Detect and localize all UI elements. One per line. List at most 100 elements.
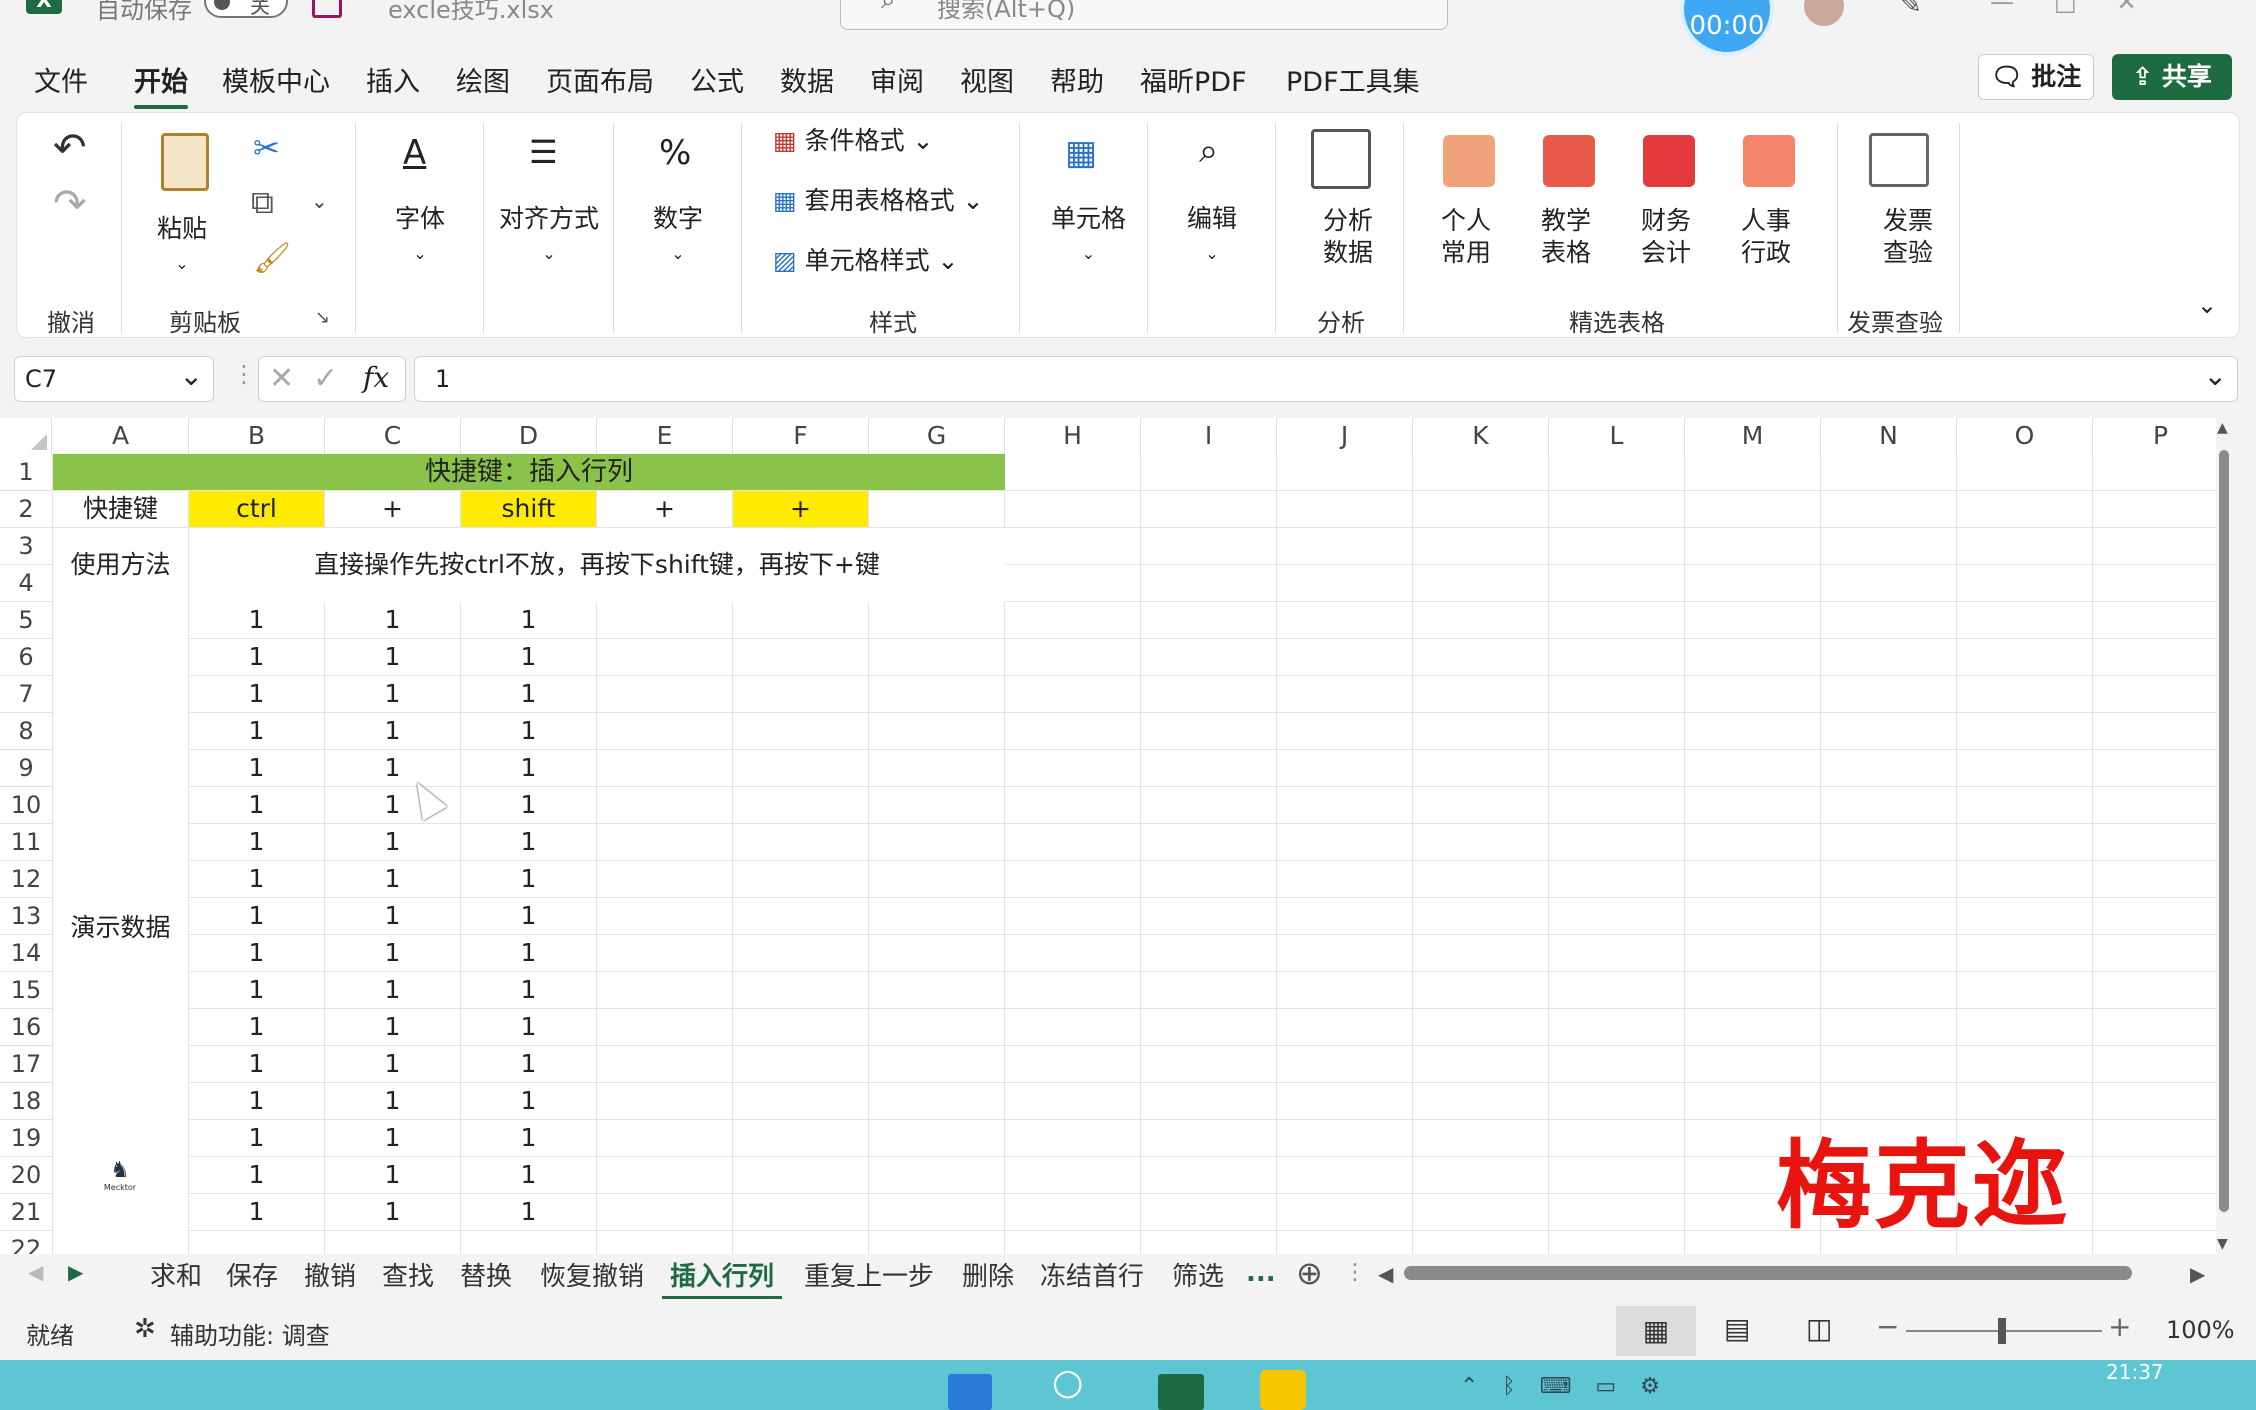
search-taskbar-icon[interactable]: ○ bbox=[1052, 1362, 1083, 1403]
key-ctrl-cell[interactable]: ctrl bbox=[189, 491, 324, 527]
data-cell-D14[interactable]: 1 bbox=[461, 935, 596, 971]
column-header-P[interactable]: P bbox=[2093, 418, 2229, 454]
horizontal-scroll-thumb[interactable] bbox=[1404, 1266, 2132, 1280]
zoom-out-icon[interactable]: − bbox=[1876, 1310, 1899, 1343]
key-plus-cell[interactable]: + bbox=[733, 491, 868, 527]
data-cell-C8[interactable]: 1 bbox=[325, 713, 460, 749]
sheet-tab-8[interactable]: 删除 bbox=[962, 1256, 1014, 1293]
save-icon[interactable] bbox=[312, 0, 342, 18]
pen-icon[interactable]: ✎ bbox=[1900, 0, 1922, 20]
data-cell-C14[interactable]: 1 bbox=[325, 935, 460, 971]
data-cell-D18[interactable]: 1 bbox=[461, 1083, 596, 1119]
menu-home[interactable]: 开始 bbox=[134, 60, 188, 109]
autosave-toggle[interactable]: 关 bbox=[204, 0, 288, 18]
menu-data[interactable]: 数据 bbox=[780, 60, 834, 99]
edit-button[interactable]: 编辑 ⌄ bbox=[1187, 203, 1237, 270]
data-cell-B11[interactable]: 1 bbox=[189, 824, 324, 860]
data-cell-D12[interactable]: 1 bbox=[461, 861, 596, 897]
share-button[interactable]: ⇪ 共享 bbox=[2112, 54, 2232, 100]
column-header-F[interactable]: F bbox=[733, 418, 869, 454]
column-header-G[interactable]: G bbox=[869, 418, 1005, 454]
page-layout-view-icon[interactable]: ▤ bbox=[1724, 1312, 1750, 1345]
row-header-21[interactable]: 21 bbox=[0, 1194, 52, 1231]
excel-taskbar-icon[interactable] bbox=[1158, 1374, 1204, 1410]
sheet-tab-4[interactable]: 替换 bbox=[460, 1256, 512, 1293]
sheet-tab-10[interactable]: 筛选 bbox=[1172, 1256, 1224, 1293]
redo-icon[interactable]: ↷ bbox=[53, 181, 87, 227]
vertical-scrollbar[interactable]: ▲ ▼ bbox=[2216, 418, 2232, 1254]
collapse-ribbon-icon[interactable]: ⌄ bbox=[2197, 291, 2217, 319]
row-header-15[interactable]: 15 bbox=[0, 972, 52, 1009]
file-name[interactable]: excle技巧.xlsx bbox=[388, 0, 554, 25]
data-cell-D20[interactable]: 1 bbox=[461, 1157, 596, 1193]
sheet-tab-1[interactable]: 保存 bbox=[226, 1256, 278, 1293]
number-button[interactable]: 数字 ⌄ bbox=[653, 203, 703, 270]
row-header-2[interactable]: 2 bbox=[0, 491, 52, 528]
row-header-9[interactable]: 9 bbox=[0, 750, 52, 787]
menu-formulas[interactable]: 公式 bbox=[690, 60, 744, 99]
data-cell-D15[interactable]: 1 bbox=[461, 972, 596, 1008]
app-taskbar-icon[interactable] bbox=[1260, 1370, 1306, 1410]
copy-dropdown-icon[interactable]: ⌄ bbox=[311, 189, 328, 213]
demo-label-cell[interactable]: 演示数据 bbox=[53, 603, 188, 1253]
tab-scroll-right-icon[interactable]: ▶ bbox=[68, 1260, 83, 1284]
data-cell-B15[interactable]: 1 bbox=[189, 972, 324, 1008]
row-header-8[interactable]: 8 bbox=[0, 713, 52, 750]
row-header-13[interactable]: 13 bbox=[0, 898, 52, 935]
column-header-C[interactable]: C bbox=[325, 418, 461, 454]
plus-cell-2[interactable]: + bbox=[597, 491, 732, 527]
sheet-tab-6[interactable]: 插入行列 bbox=[661, 1256, 783, 1299]
data-cell-D10[interactable]: 1 bbox=[461, 787, 596, 823]
hscroll-right-icon[interactable]: ▶ bbox=[2190, 1262, 2205, 1286]
menu-page-layout[interactable]: 页面布局 bbox=[546, 60, 654, 99]
search-box[interactable]: ⌕ 搜索(Alt+Q) bbox=[840, 0, 1448, 30]
sheet-tab-7[interactable]: 重复上一步 bbox=[804, 1256, 934, 1293]
sheet-tab-5[interactable]: 恢复撤销 bbox=[540, 1256, 644, 1293]
row-header-7[interactable]: 7 bbox=[0, 676, 52, 713]
sheet-tab-3[interactable]: 查找 bbox=[382, 1256, 434, 1293]
data-cell-C6[interactable]: 1 bbox=[325, 639, 460, 675]
data-cell-B12[interactable]: 1 bbox=[189, 861, 324, 897]
data-cell-D9[interactable]: 1 bbox=[461, 750, 596, 786]
menu-insert[interactable]: 插入 bbox=[366, 60, 420, 99]
row-header-3[interactable]: 3 bbox=[0, 528, 52, 565]
data-cell-C11[interactable]: 1 bbox=[325, 824, 460, 860]
data-cell-B21[interactable]: 1 bbox=[189, 1194, 324, 1230]
row-header-22[interactable]: 22 bbox=[0, 1231, 52, 1254]
menu-pdf-tools[interactable]: PDF工具集 bbox=[1286, 60, 1420, 99]
shortcut-label-cell[interactable]: 快捷键 bbox=[53, 491, 188, 527]
dialog-launcher-icon[interactable]: ↘ bbox=[315, 307, 330, 328]
zoom-slider-thumb[interactable] bbox=[1998, 1318, 2006, 1344]
menu-view[interactable]: 视图 bbox=[960, 60, 1014, 99]
row-header-11[interactable]: 11 bbox=[0, 824, 52, 861]
paste-button[interactable]: 粘贴 ⌄ bbox=[157, 213, 207, 280]
comment-button[interactable]: 🗨 批注 bbox=[1978, 54, 2094, 100]
data-cell-B18[interactable]: 1 bbox=[189, 1083, 324, 1119]
data-cell-D19[interactable]: 1 bbox=[461, 1120, 596, 1156]
sheet-tab-9[interactable]: 冻结首行 bbox=[1040, 1256, 1144, 1293]
template-hr-button[interactable]: 人事 行政 bbox=[1741, 205, 1791, 269]
sheet-tab-2[interactable]: 撤销 bbox=[304, 1256, 356, 1293]
page-break-view-icon[interactable]: ◫ bbox=[1806, 1312, 1832, 1345]
data-cell-B7[interactable]: 1 bbox=[189, 676, 324, 712]
key-shift-cell[interactable]: shift bbox=[461, 491, 596, 527]
zoom-in-icon[interactable]: + bbox=[2108, 1310, 2131, 1343]
select-all-corner[interactable] bbox=[0, 418, 52, 454]
column-header-H[interactable]: H bbox=[1005, 418, 1141, 454]
expand-formula-icon[interactable]: ⌄ bbox=[2204, 359, 2227, 392]
data-cell-D13[interactable]: 1 bbox=[461, 898, 596, 934]
template-finance-button[interactable]: 财务 会计 bbox=[1641, 205, 1691, 269]
data-cell-B14[interactable]: 1 bbox=[189, 935, 324, 971]
template-teaching-button[interactable]: 教学 表格 bbox=[1541, 205, 1591, 269]
cut-icon[interactable]: ✂ bbox=[253, 129, 280, 167]
column-header-B[interactable]: B bbox=[189, 418, 325, 454]
title-cell[interactable]: 快捷键：插入行列 bbox=[53, 454, 1005, 490]
data-cell-D6[interactable]: 1 bbox=[461, 639, 596, 675]
paste-icon[interactable] bbox=[161, 133, 209, 191]
menu-draw[interactable]: 绘图 bbox=[456, 60, 510, 99]
cell-style-button[interactable]: ▨ 单元格样式 ⌄ bbox=[773, 245, 959, 277]
normal-view-button[interactable]: ▦ bbox=[1616, 1306, 1696, 1356]
data-cell-D7[interactable]: 1 bbox=[461, 676, 596, 712]
row-header-10[interactable]: 10 bbox=[0, 787, 52, 824]
row-header-1[interactable]: 1 bbox=[0, 454, 52, 491]
